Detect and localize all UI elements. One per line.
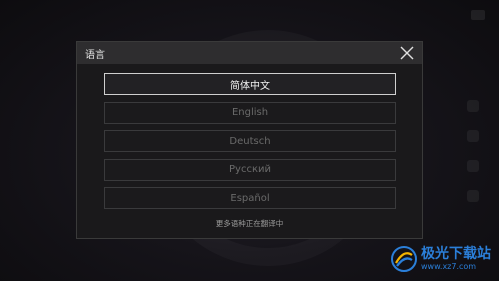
- watermark-url: www.xz7.com: [421, 261, 477, 271]
- side-icon: [467, 100, 479, 112]
- language-list: 简体中文 English Deutsch Русский Español: [104, 73, 396, 216]
- language-option-es[interactable]: Español: [104, 187, 396, 209]
- side-icon: [467, 130, 479, 142]
- language-option-en[interactable]: English: [104, 101, 396, 124]
- dialog-title: 语言: [85, 49, 105, 61]
- language-dialog: 语言 简体中文 English Deutsch Русский Español …: [76, 41, 423, 239]
- language-option-de[interactable]: Deutsch: [104, 130, 396, 152]
- side-icon: [467, 160, 479, 172]
- watermark-name: 极光下载站: [421, 245, 491, 262]
- dialog-header: 语言: [77, 42, 422, 64]
- close-icon[interactable]: [400, 46, 414, 60]
- language-option-zh[interactable]: 简体中文: [104, 73, 396, 95]
- aurora-logo-icon: [391, 246, 417, 272]
- more-languages-note: 更多语种正在翻译中: [215, 219, 284, 228]
- background-side-icons: [467, 100, 481, 220]
- background-menu-icon: [471, 10, 485, 20]
- site-watermark: 极光下载站 www.xz7.com: [390, 245, 491, 273]
- language-option-ru[interactable]: Русский: [104, 158, 396, 181]
- side-icon: [467, 190, 479, 202]
- background-info-text: [6, 4, 146, 20]
